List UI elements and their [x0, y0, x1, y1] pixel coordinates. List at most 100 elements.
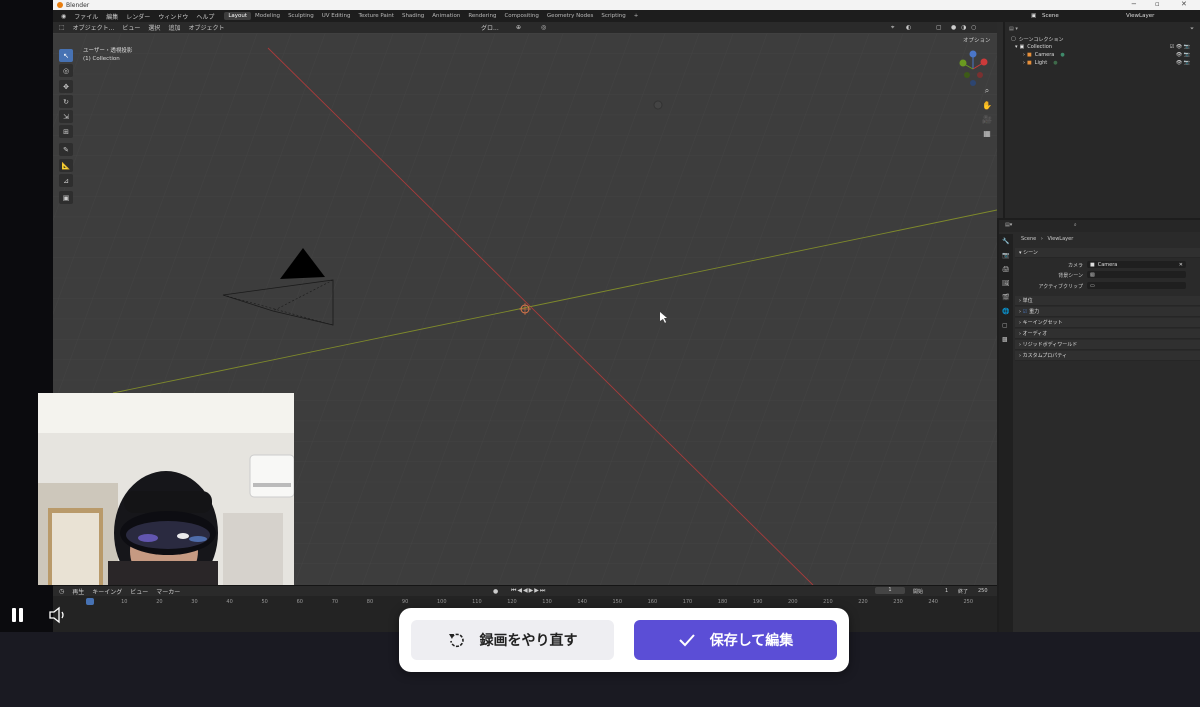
- menu-add[interactable]: 追加: [168, 23, 180, 32]
- output-tab-icon[interactable]: 🖨: [1002, 266, 1010, 274]
- maximize-icon[interactable]: ▫: [1155, 0, 1160, 8]
- measure-tool-icon[interactable]: 📐: [59, 159, 73, 172]
- shading-solid-icon[interactable]: ●: [951, 24, 956, 31]
- pause-button[interactable]: [12, 606, 28, 624]
- render-tab-icon[interactable]: 📷: [1002, 252, 1010, 260]
- world-tab-icon[interactable]: 🌐: [1002, 308, 1010, 316]
- overlay-icon[interactable]: ◐: [906, 24, 911, 31]
- select-tool-icon[interactable]: ↖: [59, 49, 73, 62]
- section-gravity[interactable]: › ☑ 重力: [1015, 307, 1200, 317]
- view-layer-tab-icon[interactable]: 🖼: [1002, 280, 1010, 288]
- move-tool-icon[interactable]: ✥: [59, 80, 73, 93]
- record-icon[interactable]: ●: [493, 588, 498, 595]
- tab-animation[interactable]: Animation: [428, 12, 464, 20]
- texture-tab-icon[interactable]: ▩: [1002, 336, 1010, 344]
- transform-orientation[interactable]: グロ...: [481, 23, 499, 32]
- snap-icon[interactable]: ⊕: [516, 24, 521, 31]
- tab-texture-paint[interactable]: Texture Paint: [354, 12, 398, 20]
- blender-menu-icon[interactable]: ◉: [61, 13, 66, 20]
- section-audio[interactable]: › オーディオ: [1015, 329, 1200, 339]
- clear-icon[interactable]: ✕: [1179, 262, 1183, 268]
- timeline-editor-icon[interactable]: ◷: [59, 588, 64, 595]
- playback-controls[interactable]: ⏮◀◀▶▶⏭: [511, 587, 546, 595]
- mode-selector[interactable]: オブジェクト...: [73, 23, 115, 32]
- tab-compositing[interactable]: Compositing: [500, 12, 542, 20]
- menu-edit[interactable]: 編集: [106, 12, 118, 21]
- tab-uv-editing[interactable]: UV Editing: [318, 12, 355, 20]
- camera-view-icon[interactable]: 🎥: [981, 113, 993, 125]
- start-frame-value[interactable]: 1: [945, 588, 948, 594]
- add-workspace-button[interactable]: +: [630, 12, 643, 20]
- shading-rendered-icon[interactable]: ○: [971, 24, 976, 31]
- filter-icon[interactable]: ⏷: [1190, 26, 1194, 32]
- section-keying-sets[interactable]: › キーイングセット: [1015, 318, 1200, 328]
- menu-select[interactable]: 選択: [148, 23, 160, 32]
- pan-hand-icon[interactable]: ✋: [981, 99, 993, 111]
- proportional-edit-icon[interactable]: ◎: [541, 24, 546, 31]
- collection-tab-icon[interactable]: ▢: [1002, 322, 1010, 330]
- webcam-preview[interactable]: [38, 393, 294, 585]
- menu-playback[interactable]: 再生: [72, 587, 84, 596]
- gravity-checkbox[interactable]: ☑: [1023, 309, 1027, 315]
- light-object[interactable]: [653, 100, 663, 110]
- menu-file[interactable]: ファイル: [74, 12, 98, 21]
- properties-search-icon[interactable]: ⌕: [1074, 222, 1077, 228]
- section-scene[interactable]: ▾ シーン: [1015, 248, 1200, 258]
- tab-shading[interactable]: Shading: [398, 12, 428, 20]
- outliner-item-light[interactable]: › ■ Light ● 👁 📷: [1005, 59, 1200, 67]
- scene-tab-icon[interactable]: 🎬: [1002, 294, 1010, 302]
- tool-tab-icon[interactable]: 🔧: [1002, 238, 1010, 246]
- section-units[interactable]: › 単位: [1015, 296, 1200, 306]
- zoom-icon[interactable]: ⌕: [981, 85, 993, 97]
- rotate-tool-icon[interactable]: ↻: [59, 95, 73, 108]
- visibility-eye-icon[interactable]: 👁 📷: [1176, 52, 1190, 58]
- editor-type-icon[interactable]: ⬚: [59, 24, 65, 31]
- tab-layout[interactable]: Layout: [224, 12, 252, 20]
- tab-rendering[interactable]: Rendering: [464, 12, 500, 20]
- outliner-item-camera[interactable]: › ■ Camera ● 👁 📷: [1005, 51, 1200, 59]
- menu-timeline-view[interactable]: ビュー: [130, 587, 148, 596]
- ruler-tool-icon[interactable]: ⊿: [59, 174, 73, 187]
- ortho-toggle-icon[interactable]: ▦: [981, 127, 993, 139]
- shading-material-icon[interactable]: ◑: [961, 24, 966, 31]
- menu-help[interactable]: ヘルプ: [196, 12, 214, 21]
- section-rigid-body-world[interactable]: › リジッドボディワールド: [1015, 340, 1200, 350]
- save-and-edit-button[interactable]: 保存して編集: [634, 620, 837, 660]
- visibility-eye-icon[interactable]: 👁 📷: [1176, 60, 1190, 66]
- tab-geometry-nodes[interactable]: Geometry Nodes: [543, 12, 597, 20]
- outliner-scene-collection[interactable]: ▢ シーンコレクション: [1005, 35, 1200, 43]
- menu-keying[interactable]: キーイング: [92, 587, 122, 596]
- current-frame-field[interactable]: 1: [875, 587, 905, 594]
- close-icon[interactable]: ✕: [1181, 0, 1187, 8]
- menu-window[interactable]: ウィンドウ: [158, 12, 188, 21]
- transform-tool-icon[interactable]: ⊞: [59, 125, 73, 138]
- active-clip-field[interactable]: ▭: [1087, 282, 1186, 289]
- redo-recording-button[interactable]: 録画をやり直す: [411, 620, 614, 660]
- tab-sculpting[interactable]: Sculpting: [284, 12, 318, 20]
- section-custom-properties[interactable]: › カスタムプロパティ: [1015, 351, 1200, 361]
- camera-field[interactable]: ■ Camera ✕: [1087, 261, 1186, 268]
- cursor-tool-icon[interactable]: ◎: [59, 64, 73, 77]
- tab-modeling[interactable]: Modeling: [251, 12, 284, 20]
- menu-object[interactable]: オブジェクト: [188, 23, 224, 32]
- options-dropdown[interactable]: オプション: [963, 36, 991, 44]
- minimize-icon[interactable]: −: [1131, 0, 1137, 8]
- volume-icon[interactable]: [48, 606, 68, 624]
- scene-selector[interactable]: Scene: [1042, 13, 1059, 19]
- add-cube-tool-icon[interactable]: ▣: [59, 191, 73, 204]
- show-gizmo-icon[interactable]: ⌖: [891, 24, 894, 32]
- menu-render[interactable]: レンダー: [126, 12, 150, 21]
- bg-scene-field[interactable]: ▧: [1087, 271, 1186, 278]
- scale-tool-icon[interactable]: ⇲: [59, 110, 73, 123]
- outliner-item-collection[interactable]: ▾ ▣ Collection ☑ 👁 📷: [1005, 43, 1200, 51]
- menu-view[interactable]: ビュー: [122, 23, 140, 32]
- tab-scripting[interactable]: Scripting: [597, 12, 629, 20]
- menu-marker[interactable]: マーカー: [156, 587, 180, 596]
- end-frame-value[interactable]: 250: [978, 588, 988, 594]
- visibility-eye-icon[interactable]: ☑ 👁 📷: [1170, 44, 1190, 50]
- xray-icon[interactable]: ▢: [936, 24, 942, 31]
- viewlayer-selector[interactable]: ViewLayer: [1126, 13, 1154, 19]
- annotate-tool-icon[interactable]: ✎: [59, 143, 73, 156]
- playhead[interactable]: [86, 598, 94, 605]
- scene-icon[interactable]: ▣: [1031, 13, 1036, 19]
